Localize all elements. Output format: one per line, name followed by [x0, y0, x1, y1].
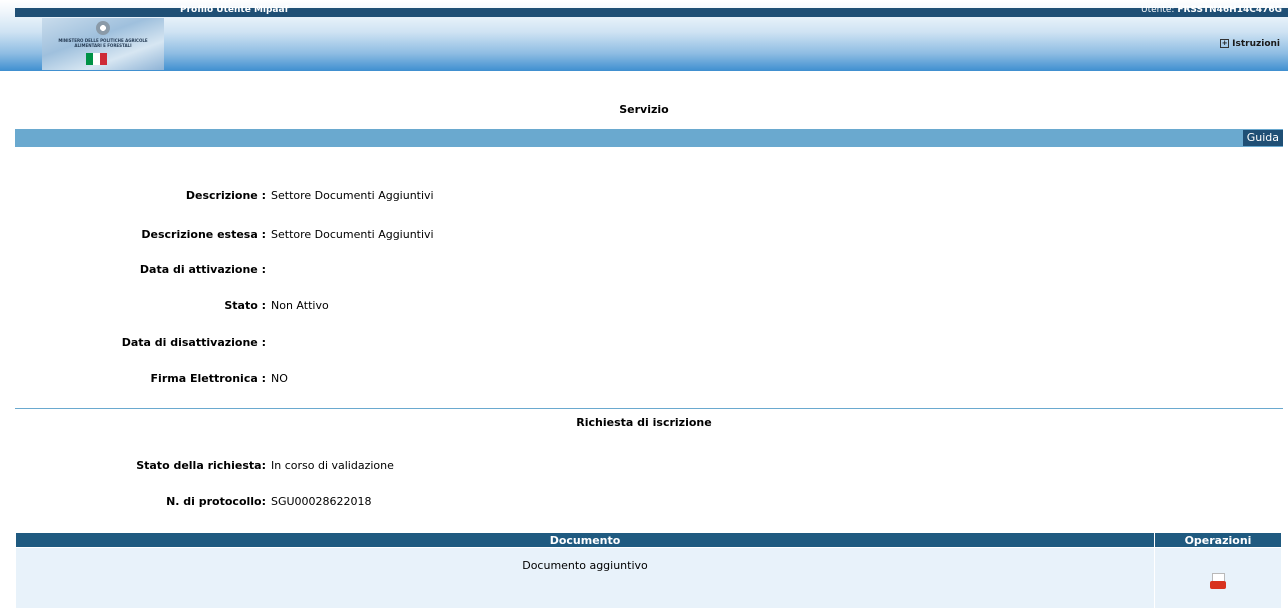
- field-value-stato-richiesta: In corso di validazione: [271, 459, 394, 472]
- guide-button[interactable]: Guida: [1242, 130, 1283, 146]
- italian-flag-icon: [86, 53, 107, 65]
- table-header-row: Documento Operazioni: [15, 532, 1282, 548]
- field-label-descrizione: Descrizione :: [185, 189, 266, 202]
- field-label-stato: Stato :: [224, 299, 266, 312]
- field-label-firma-elettronica: Firma Elettronica :: [150, 372, 266, 385]
- documents-table: Documento Operazioni Documento aggiuntiv…: [15, 532, 1282, 609]
- document-name-cell: Documento aggiuntivo: [15, 547, 1155, 609]
- field-label-protocollo: N. di protocollo:: [166, 495, 266, 508]
- expand-icon: +: [1220, 39, 1230, 48]
- user-info: Utente: FRSSTN46H14C476G: [1141, 5, 1282, 15]
- field-label-data-attivazione: Data di attivazione :: [139, 263, 266, 276]
- emblem-icon: [96, 21, 110, 35]
- profile-title: Profilo Utente Mipaaf: [180, 5, 289, 15]
- instructions-label: Istruzioni: [1232, 39, 1280, 49]
- field-label-data-disattivazione: Data di disattivazione :: [121, 336, 266, 349]
- operations-cell: [1154, 547, 1282, 609]
- app-header: Profilo Utente Mipaaf Utente: FRSSTN46H1…: [0, 0, 1288, 71]
- column-header-operazioni: Operazioni: [1154, 532, 1282, 548]
- logo-text: MINISTERO DELLE POLITICHE AGRICOLE ALIME…: [58, 38, 148, 48]
- field-value-firma-elettronica: NO: [271, 372, 288, 385]
- section-divider: [15, 408, 1283, 409]
- instructions-link[interactable]: + Istruzioni: [1220, 39, 1280, 49]
- ministry-logo[interactable]: MINISTERO DELLE POLITICHE AGRICOLE ALIME…: [42, 18, 164, 70]
- table-row: Documento aggiuntivo: [15, 547, 1282, 609]
- field-label-stato-richiesta: Stato della richiesta:: [136, 459, 266, 472]
- user-label: Utente:: [1140, 5, 1175, 15]
- pdf-icon[interactable]: [1210, 573, 1226, 589]
- field-value-stato: Non Attivo: [271, 299, 329, 312]
- header-strip: Profilo Utente Mipaaf Utente: FRSSTN46H1…: [15, 5, 1288, 17]
- field-value-descrizione-estesa: Settore Documenti Aggiuntivi: [271, 228, 434, 241]
- field-value-descrizione: Settore Documenti Aggiuntivi: [271, 189, 434, 202]
- column-header-documento: Documento: [15, 532, 1155, 548]
- field-value-protocollo: SGU00028622018: [271, 495, 372, 508]
- field-label-descrizione-estesa: Descrizione estesa :: [141, 228, 266, 241]
- request-section-title: Richiesta di iscrizione: [576, 416, 712, 429]
- toolbar-bar: Guida: [15, 129, 1283, 147]
- user-code: FRSSTN46H14C476G: [1177, 5, 1282, 15]
- page-title: Servizio: [619, 103, 669, 116]
